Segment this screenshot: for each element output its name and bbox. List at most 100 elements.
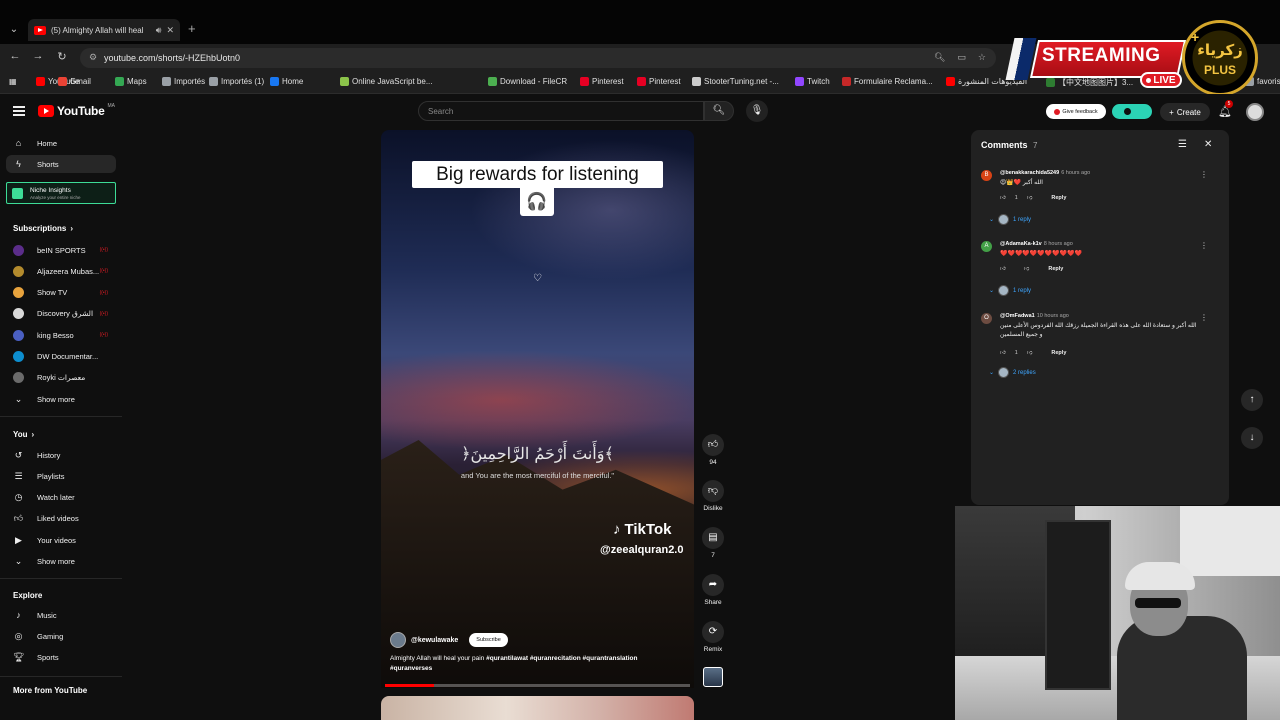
sidebar-subscription[interactable]: beIN SPORTS ((•))	[6, 241, 116, 259]
view-replies-button[interactable]: ⌄ 1 reply	[989, 214, 1031, 225]
comment-dislike-icon[interactable]: 👎︎	[1027, 350, 1033, 356]
short-description[interactable]: Almighty Allah will heal your pain #qura…	[390, 654, 640, 674]
like-action[interactable]: 👍︎ 94	[701, 434, 725, 466]
previous-short-button[interactable]: ↑	[1241, 389, 1263, 411]
comment-icon[interactable]: ▤	[702, 527, 724, 549]
share-action[interactable]: ➦ Share	[701, 574, 725, 606]
comment-like-icon[interactable]: 👍︎	[1000, 266, 1006, 272]
address-bar[interactable]: ⚙ youtube.com/shorts/-HZEhbUotn0 🔍︎ ▭ ☆	[80, 48, 996, 68]
share-icon[interactable]: ➦	[702, 574, 724, 596]
cast-icon[interactable]: ▭	[957, 52, 966, 63]
audio-thumbnail[interactable]	[703, 667, 723, 687]
search-input[interactable]: Search	[418, 101, 704, 121]
sidebar-item-liked-videos[interactable]: 👍︎ Liked videos	[6, 510, 116, 528]
bookmark-twitch[interactable]: Twitch	[795, 77, 830, 86]
search-button[interactable]: 🔍︎	[704, 101, 734, 121]
youtube-logo[interactable]: YouTube MA	[38, 103, 115, 118]
you-heading[interactable]: You ›	[13, 430, 34, 439]
sidebar-item-watch-later[interactable]: ◷ Watch later	[6, 489, 116, 507]
dislike-action[interactable]: 👎︎ Dislike	[701, 480, 725, 512]
bookmark-home[interactable]: Home	[270, 77, 303, 86]
bookmark-download-filecr[interactable]: Download - FileCR	[488, 77, 567, 86]
bookmark-pinterest[interactable]: Pinterest	[637, 77, 681, 86]
sidebar-subscription[interactable]: Aljazeera Mubas... ((•))	[6, 262, 116, 280]
remix-icon[interactable]: ⟳	[702, 621, 724, 643]
sidebar-item-gaming[interactable]: ◎ Gaming	[6, 627, 116, 645]
thumbs-down-icon[interactable]: 👎︎	[702, 480, 724, 502]
commenter-avatar[interactable]: A	[981, 241, 992, 252]
reply-button[interactable]: Reply	[1048, 266, 1063, 272]
subscriptions-heading[interactable]: Subscriptions ›	[13, 224, 73, 233]
show-more-subscriptions[interactable]: ⌄ Show more	[6, 390, 116, 408]
reload-icon[interactable]: ↻	[55, 50, 69, 63]
sidebar-item-music[interactable]: ♪ Music	[6, 606, 116, 624]
more-options-icon[interactable]: ⋮	[1200, 313, 1208, 322]
short-video-player[interactable]: Big rewards for listening 🎧 ♡ ﴿وَأَنتَ أ…	[381, 130, 694, 688]
comment-author[interactable]: @AdamaKa-k1v 8 hours ago	[1000, 241, 1073, 247]
bookmark-pinterest[interactable]: Pinterest	[580, 77, 624, 86]
commenter-avatar[interactable]: O	[981, 313, 992, 324]
bookmark-import-s-1[interactable]: Importés (1)	[209, 77, 264, 86]
thumbs-up-icon[interactable]: 👍︎	[702, 434, 724, 456]
back-icon[interactable]: ←	[8, 50, 22, 62]
reply-button[interactable]: Reply	[1051, 350, 1066, 356]
remix-action[interactable]: ⟳ Remix	[701, 621, 725, 653]
site-info-icon[interactable]: ⚙	[89, 52, 97, 63]
comment-author[interactable]: @benakkarachida5249 6 hours ago	[1000, 170, 1090, 176]
view-replies-button[interactable]: ⌄ 2 replies	[989, 367, 1036, 378]
view-replies-button[interactable]: ⌄ 1 reply	[989, 285, 1031, 296]
speaker-icon[interactable]: 🔊︎	[156, 25, 162, 36]
bookmark-star-icon[interactable]: ☆	[978, 52, 986, 63]
voice-search-button[interactable]: 🎙︎	[746, 100, 768, 122]
zoom-icon[interactable]: 🔍︎	[934, 52, 945, 63]
active-tab[interactable]: (5) Almighty Allah will heal 🔊︎ ✕	[28, 19, 180, 41]
sidebar-item-sports[interactable]: 🏆︎ Sports	[6, 649, 116, 667]
new-tab-button[interactable]: +	[188, 21, 196, 36]
sidebar-item-history[interactable]: ↺ History	[6, 446, 116, 464]
commenter-avatar[interactable]: B	[981, 170, 992, 181]
sidebar-item-playlists[interactable]: ☰ Playlists	[6, 467, 116, 485]
sort-icon[interactable]: ☰	[1178, 139, 1187, 150]
bookmark-stootertuning-net[interactable]: StooterTuning.net -...	[692, 77, 779, 86]
channel-name[interactable]: @kewulawake	[411, 637, 458, 644]
extension-button[interactable]	[1112, 104, 1152, 119]
forward-icon[interactable]: →	[31, 50, 45, 62]
sidebar-subscription[interactable]: king Besso ((•))	[6, 326, 116, 344]
next-short-preview[interactable]	[381, 696, 694, 720]
bookmark-online-javascript-be[interactable]: Online JavaScript be...	[340, 77, 432, 86]
sidebar-item-home[interactable]: ⌂ Home	[6, 134, 116, 152]
sidebar-subscription[interactable]: Show TV ((•))	[6, 284, 116, 302]
tab-search-menu[interactable]: ⌄	[6, 22, 22, 38]
comment-dislike-icon[interactable]: 👎︎	[1024, 266, 1030, 272]
close-tab-icon[interactable]: ✕	[166, 25, 174, 36]
sidebar-item-show-more[interactable]: ⌄ Show more	[6, 553, 116, 571]
niche-insights-button[interactable]: Niche Insights Analyze your entire niche	[6, 182, 116, 204]
sidebar-subscription[interactable]: DW Documentar...	[6, 348, 116, 366]
url-text[interactable]: youtube.com/shorts/-HZEhbUotn0	[104, 53, 240, 63]
subscribe-button[interactable]: Subscribe	[469, 633, 508, 647]
create-button[interactable]: + Create	[1160, 103, 1210, 121]
account-avatar[interactable]	[1246, 103, 1264, 121]
channel-avatar[interactable]	[390, 632, 406, 648]
more-options-icon[interactable]: ⋮	[1200, 241, 1208, 250]
close-icon[interactable]: ✕	[1204, 139, 1212, 150]
bookmark-gmail[interactable]: Gmail	[58, 77, 91, 86]
bookmark-formulaire-reclama[interactable]: Formulaire Reclama...	[842, 77, 933, 86]
sidebar-subscription[interactable]: Royki معصرات	[6, 369, 116, 387]
comments-action[interactable]: ▤ 7	[701, 527, 725, 559]
menu-icon[interactable]	[13, 106, 25, 116]
next-short-button[interactable]: ↓	[1241, 427, 1263, 449]
reply-button[interactable]: Reply	[1051, 195, 1066, 201]
comment-like-icon[interactable]: 👍︎	[1000, 350, 1006, 356]
sidebar-item-shorts[interactable]: ϟ Shorts	[6, 155, 116, 173]
more-options-icon[interactable]: ⋮	[1200, 170, 1208, 179]
comment-dislike-icon[interactable]: 👎︎	[1027, 195, 1033, 201]
sidebar-item-your-videos[interactable]: ▶ Your videos	[6, 531, 116, 549]
comment-author[interactable]: @OmFadwa1 10 hours ago	[1000, 313, 1069, 319]
apps-icon[interactable]: ▦	[9, 77, 17, 86]
video-progress-bar[interactable]	[385, 684, 690, 687]
sidebar-subscription[interactable]: Discovery الشرق ((•))	[6, 305, 116, 323]
give-feedback-button[interactable]: Give feedback	[1046, 104, 1106, 119]
comment-like-icon[interactable]: 👍︎	[1000, 195, 1006, 201]
bookmark-import-s[interactable]: Importés	[162, 77, 205, 86]
